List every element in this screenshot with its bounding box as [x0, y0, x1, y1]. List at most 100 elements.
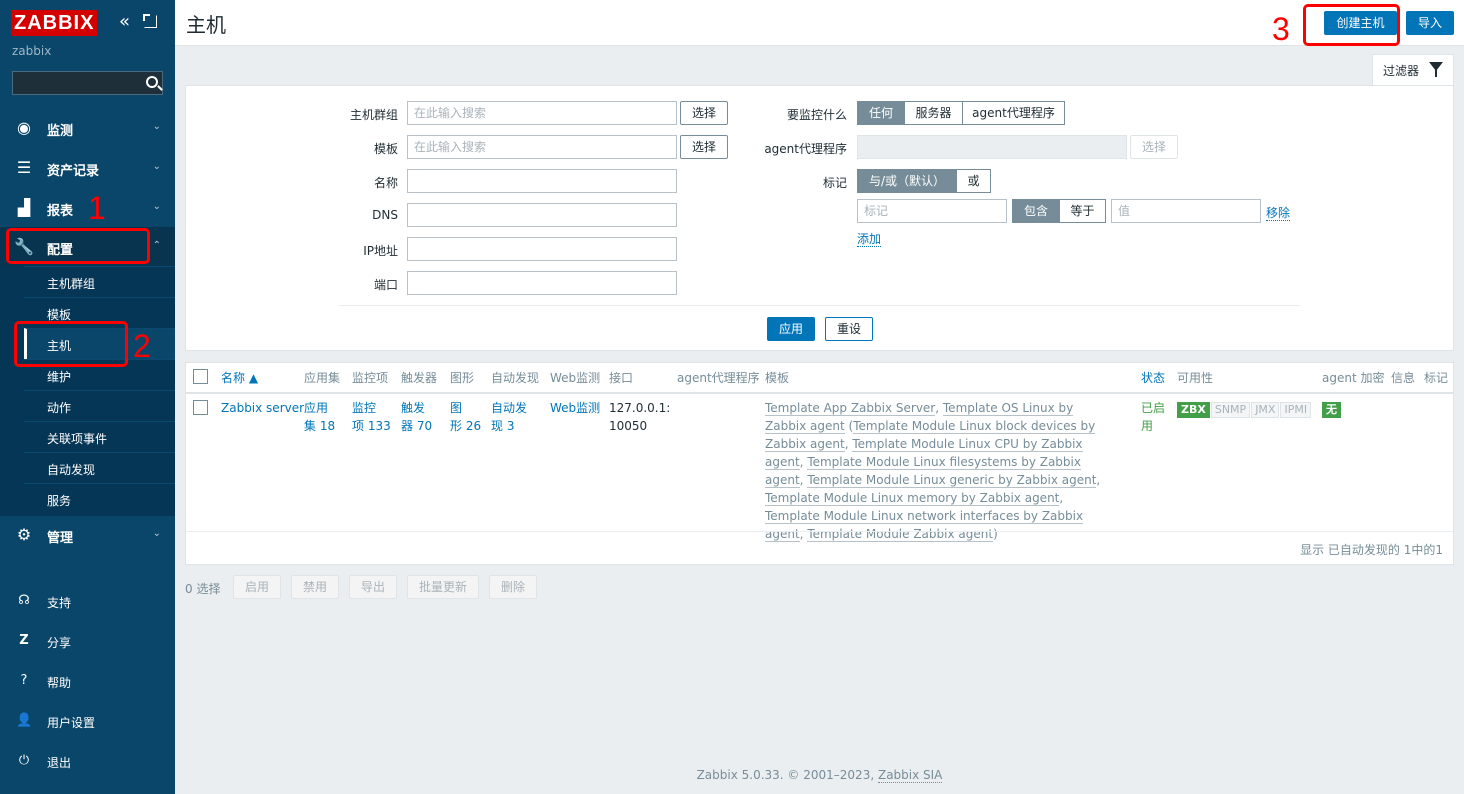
host-group-select-button[interactable]: 选择 [680, 101, 728, 125]
table-footer-divider [186, 531, 1453, 532]
ip-input[interactable] [407, 237, 677, 261]
import-button[interactable]: 导入 [1406, 11, 1454, 35]
submenu-actions[interactable]: 动作 [24, 390, 175, 421]
col-items: 监控项 [352, 371, 389, 385]
menu-sign-out[interactable]: ⏻ 退出 [0, 741, 175, 781]
enable-button[interactable]: 启用 [233, 575, 281, 599]
template-link[interactable]: Template App Zabbix Server [765, 401, 936, 416]
name-input[interactable] [407, 169, 677, 193]
tags-label: 标记 [822, 176, 847, 190]
filter-tab[interactable]: 过滤器 [1372, 54, 1454, 86]
menu-label: 支持 [47, 596, 72, 610]
monitored-by-any[interactable]: 任何 [857, 101, 905, 125]
tag-operator-equals[interactable]: 等于 [1060, 199, 1106, 223]
interface-text-2: 10050 [609, 419, 648, 433]
annotation-box-2 [14, 321, 128, 367]
col-templates: 模板 [765, 371, 790, 385]
interface-cell: 127.0.0.1: 10050 [609, 399, 670, 435]
template-link[interactable]: Template Module Zabbix agent [807, 527, 994, 542]
proxy-input[interactable] [857, 135, 1127, 159]
web-link[interactable]: Web监测 [550, 399, 600, 417]
kiosk-mode-icon[interactable] [143, 14, 157, 28]
submenu-event-correlation[interactable]: 关联项事件 [24, 421, 175, 452]
encryption-cell: 无 [1322, 400, 1342, 418]
tag-value-input[interactable] [1111, 199, 1261, 223]
select-all-checkbox[interactable] [193, 369, 208, 384]
submenu-discovery[interactable]: 自动发现 [24, 452, 175, 483]
reset-button[interactable]: 重设 [825, 317, 873, 341]
user-icon: 👤 [16, 713, 33, 728]
help-icon: ? [20, 673, 28, 688]
tag-add-link[interactable]: 添加 [857, 230, 882, 247]
encryption-none-badge: 无 [1322, 402, 1341, 418]
triggers-text-1: 触发 [401, 401, 426, 415]
proxy-select-button[interactable]: 选择 [1130, 135, 1178, 159]
items-link[interactable]: 监控项 133 [352, 399, 391, 435]
delete-button[interactable]: 删除 [489, 575, 537, 599]
submenu-host-groups[interactable]: 主机群组 [24, 266, 175, 297]
menu-monitoring[interactable]: ◉ 监测 ⌄ [0, 108, 175, 148]
host-name: Zabbix server [221, 401, 305, 415]
export-button[interactable]: 导出 [349, 575, 397, 599]
submenu-label: 服务 [47, 494, 72, 508]
triggers-link[interactable]: 触发器 70 [401, 399, 432, 435]
host-group-input[interactable] [407, 101, 677, 125]
menu-support[interactable]: ☊ 支持 [0, 581, 175, 621]
menu-administration[interactable]: ⚙ 管理 ⌄ [0, 515, 175, 555]
col-status[interactable]: 状态 [1141, 369, 1165, 386]
template-link[interactable]: Template Module Linux memory by Zabbix a… [765, 491, 1060, 506]
mass-update-button[interactable]: 批量更新 [407, 575, 479, 599]
sidebar-search-input[interactable] [13, 72, 138, 94]
dns-input[interactable] [407, 203, 677, 227]
dns-label: DNS [372, 208, 398, 222]
submenu-services[interactable]: 服务 [24, 483, 175, 514]
row-checkbox[interactable] [193, 400, 208, 415]
menu-share[interactable]: Z 分享 [0, 621, 175, 661]
zabbix-logo[interactable]: ZABBIX [11, 10, 98, 36]
footer-link[interactable]: Zabbix SIA [877, 768, 943, 783]
monitored-by-server[interactable]: 服务器 [905, 101, 963, 125]
tags-or[interactable]: 或 [957, 169, 991, 193]
status-text-1: 已启 [1141, 401, 1166, 415]
proxy-label: agent代理程序 [764, 142, 847, 156]
template-select-button[interactable]: 选择 [680, 135, 728, 159]
col-graphs: 图形 [450, 371, 475, 385]
search-icon[interactable] [146, 76, 158, 88]
graphs-link[interactable]: 图形 26 [450, 399, 481, 435]
tags-evaltype-toggle: 与/或（默认） 或 [857, 169, 991, 193]
collapse-sidebar-icon[interactable]: « [119, 13, 130, 31]
availability-cell: ZBX SNMP JMX IPMI [1177, 400, 1312, 418]
monitored-by-proxy[interactable]: agent代理程序 [963, 101, 1065, 125]
tag-name-input[interactable] [857, 199, 1007, 223]
bar-chart-icon: ▟ [17, 198, 31, 217]
apply-button[interactable]: 应用 [767, 317, 815, 341]
tag-operator-contains[interactable]: 包含 [1012, 199, 1060, 223]
col-discovery: 自动发现 [491, 371, 540, 385]
graphs-text-1: 图 [450, 401, 463, 415]
submenu-label: 维护 [47, 370, 72, 384]
col-proxy: agent代理程序 [677, 371, 760, 385]
headset-icon: ☊ [18, 593, 30, 608]
selected-count: 0 选择 [185, 582, 221, 596]
gear-icon: ⚙ [16, 525, 32, 544]
menu-label: 退出 [47, 756, 72, 770]
status-toggle[interactable]: 已启用 [1141, 399, 1165, 435]
disable-button[interactable]: 禁用 [291, 575, 339, 599]
triggers-text-2: 器 70 [401, 419, 433, 433]
applications-link[interactable]: 应用集 18 [304, 399, 335, 435]
menu-help[interactable]: ? 帮助 [0, 661, 175, 701]
host-name-link[interactable]: Zabbix server [221, 399, 304, 417]
templates-cell: Template App Zabbix Server, Template OS … [765, 401, 1101, 542]
menu-inventory[interactable]: ☰ 资产记录 ⌄ [0, 148, 175, 188]
template-input[interactable] [407, 135, 677, 159]
col-name[interactable]: 名称 ▲ [221, 369, 258, 386]
chevron-up-icon: ⌃ [152, 240, 161, 251]
ip-label: IP地址 [363, 244, 398, 258]
tags-and-or[interactable]: 与/或（默认） [857, 169, 957, 193]
discovery-link[interactable]: 自动发现 3 [491, 399, 527, 435]
template-link[interactable]: Template Module Linux generic by Zabbix … [807, 473, 1097, 488]
menu-user-settings[interactable]: 👤 用户设置 [0, 701, 175, 741]
port-input[interactable] [407, 271, 677, 295]
col-info: 信息 [1391, 371, 1416, 385]
tag-remove-link[interactable]: 移除 [1266, 204, 1291, 221]
